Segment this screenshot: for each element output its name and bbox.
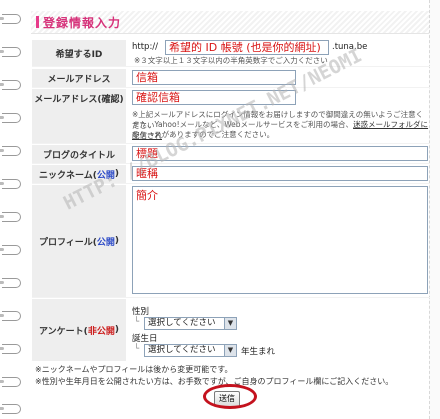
birth-label: 誕生日 <box>132 334 158 344</box>
page-right-edge <box>429 0 440 419</box>
gender-label: 性別 <box>132 307 150 317</box>
birth-tree-icon: └ <box>134 344 140 354</box>
label-email-confirm: メールアドレス(確認) <box>32 89 128 107</box>
gender-select-value: 選択してください <box>148 318 216 328</box>
page-title: 登録情報入力 <box>43 16 122 30</box>
label-profile-text: プロフィール( <box>38 237 97 248</box>
highlight-circle <box>203 384 257 409</box>
url-prefix: http:// <box>132 42 159 52</box>
field-nickname: 暱稱 <box>132 165 430 183</box>
blog-id-input[interactable]: 希望的 ID 帳號 (也是你的網址) <box>165 40 329 55</box>
profile-textarea[interactable]: 簡介 <box>132 186 428 294</box>
gender-tree-icon: └ <box>134 317 140 327</box>
label-profile-public: 公開 <box>96 237 115 248</box>
label-profile-close: ) <box>114 236 120 246</box>
footnote-line1: ※ニックネームやプロフィールは後から変更可能です。 <box>35 365 233 374</box>
label-email-confirm-spacer <box>32 107 128 143</box>
field-survey: 性別 └ 選択してください ▼ 誕生日 └ 選択してください ▼ 年生まれ <box>132 299 430 361</box>
section-header: 登録情報入力 <box>31 11 429 34</box>
birth-select[interactable]: 選択してください ▼ <box>144 344 237 357</box>
row-blog-title: ブログのタイトル 標題 <box>32 145 430 164</box>
label-blog-title: ブログのタイトル <box>32 145 128 163</box>
birth-suffix: 年生まれ <box>241 347 276 357</box>
email-input[interactable]: 信箱 <box>132 70 296 85</box>
label-survey-close: ) <box>114 325 119 335</box>
field-profile: 簡介 <box>132 185 430 297</box>
label-blog-id: 希望するID <box>32 40 128 66</box>
label-email: メールアドレス <box>32 69 128 87</box>
label-survey: アンケート(非公開) <box>32 299 128 361</box>
row-blog-id: 希望するID http:// 希望的 ID 帳號 (也是你的網址) .tuna.… <box>32 40 430 67</box>
row-survey: アンケート(非公開) 性別 └ 選択してください ▼ 誕生日 └ 選択してください… <box>32 299 430 361</box>
label-nickname-text: ニックネーム( <box>39 170 97 181</box>
row-email: メールアドレス 信箱 <box>32 69 430 88</box>
field-blog-id: http:// 希望的 ID 帳號 (也是你的網址) .tuna.be ※３文字… <box>132 40 430 66</box>
nickname-input[interactable]: 暱稱 <box>132 166 428 181</box>
gender-select[interactable]: 選択してください ▼ <box>144 317 237 330</box>
label-survey-text: アンケート( <box>39 326 88 337</box>
registration-page: 登録情報入力 希望するID http:// 希望的 ID 帳號 (也是你的網址)… <box>0 0 440 419</box>
chevron-down-icon: ▼ <box>224 345 236 356</box>
header-accent-bar <box>36 16 39 28</box>
birth-select-value: 選択してください <box>148 345 216 355</box>
blog-id-note: ※３文字以上１３文字以内の半角英数字でご入力ください <box>134 56 328 65</box>
notebook-spiral <box>0 0 22 419</box>
label-survey-private: 非公開 <box>87 326 115 337</box>
chevron-down-icon: ▼ <box>224 318 236 329</box>
